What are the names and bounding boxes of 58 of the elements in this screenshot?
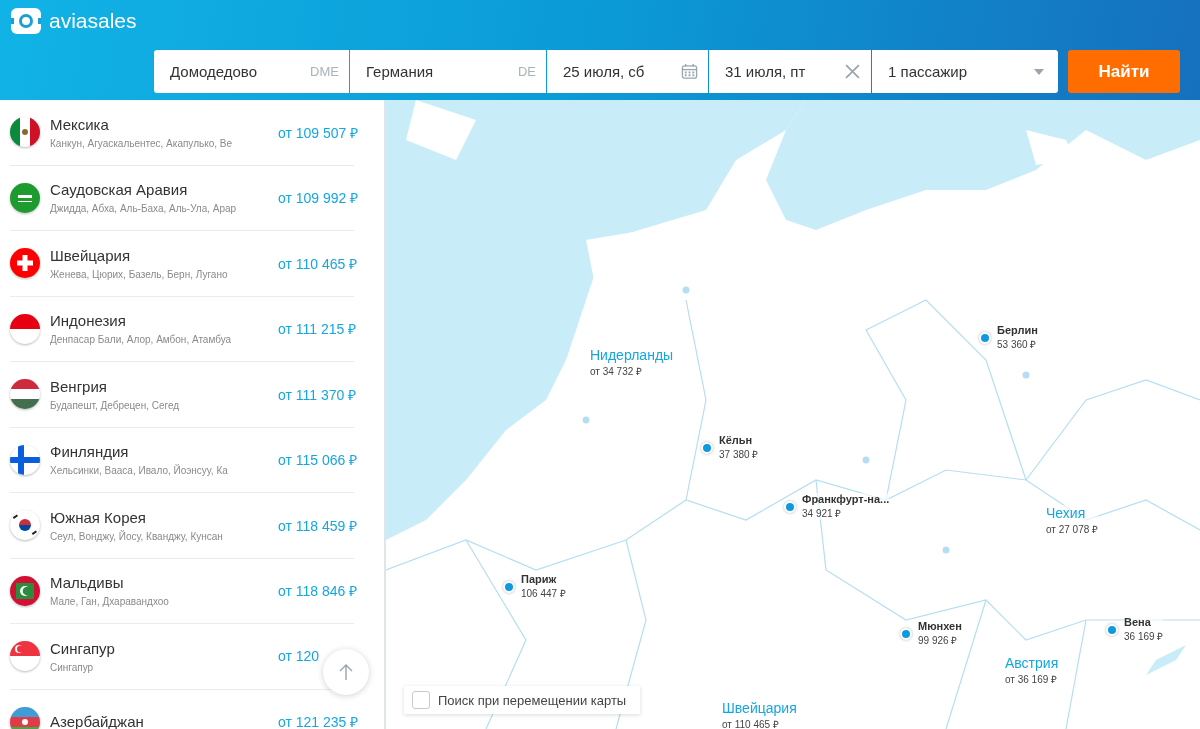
flag-icon [10, 641, 40, 672]
caret-icon[interactable] [1034, 68, 1044, 75]
city-price: 99 926 ₽ [918, 634, 959, 647]
flag-icon [10, 313, 40, 344]
country-name[interactable]: Сингапур [50, 639, 274, 657]
country-price: от 36 169 ₽ [1005, 673, 1059, 686]
country-name[interactable]: Саудовская Аравия [50, 181, 274, 199]
country-name[interactable]: Мексика [50, 115, 274, 133]
clear-icon[interactable] [844, 63, 861, 80]
return-date-field[interactable]: 31 июля, пт [709, 50, 871, 93]
country-name[interactable]: Венгрия [50, 377, 274, 395]
country-code: DE [517, 64, 536, 79]
flag-icon [10, 379, 40, 410]
flag-icon [10, 575, 40, 606]
cities-list: Хельсинки, Вааса, Ивало, Йоэнсуу, Ка [50, 465, 274, 477]
depart-date-field[interactable]: 25 июля, сб [547, 50, 708, 93]
cities-list: Джидда, Абха, Аль-Баха, Аль-Ула, Арар [50, 203, 274, 215]
city-name[interactable]: Кёльн [719, 434, 759, 446]
country-price: от 110 465 ₽ [722, 718, 780, 729]
flag-icon [10, 510, 40, 541]
flag-icon [10, 444, 40, 475]
destination-field[interactable]: Германия DE [350, 50, 546, 93]
country-name[interactable]: Финляндия [50, 443, 274, 461]
country-name[interactable]: Мальдивы [50, 574, 274, 592]
cities-list: Будапешт, Дебрецен, Сегед [50, 399, 274, 411]
city-name[interactable]: Берлин [997, 324, 1038, 336]
passengers-dropdown[interactable]: 1 пассажир [872, 50, 1058, 93]
city-price: 106 447 ₽ [521, 587, 566, 600]
cities-list: Сингапур [50, 661, 274, 673]
cities-list: Мале, Ган, Дхаравандхоо [50, 596, 274, 608]
airport-code: DME [310, 64, 339, 79]
origin-field[interactable]: Домодедово DME [154, 50, 349, 93]
city-price: 37 380 ₽ [719, 448, 759, 461]
checkbox-label[interactable]: Поиск при перемещении карты [438, 692, 627, 708]
city-price: 36 169 ₽ [1124, 630, 1164, 643]
cities-list: Канкун, Агуаскальентес, Акапулько, Ве [50, 137, 274, 149]
flag-icon [10, 117, 40, 148]
arrow-up-icon [338, 663, 354, 681]
city-name[interactable]: Мюнхен [918, 620, 962, 632]
checkbox[interactable] [412, 691, 430, 709]
cities-list: Сеул, Вонджу, Йосу, Кванджу, Кунсан [50, 530, 274, 542]
logo-icon[interactable] [11, 8, 41, 34]
country-name[interactable]: Индонезия [50, 312, 274, 330]
cities-list: Денпасар Бали, Алор, Амбон, Атамбуа [50, 334, 274, 346]
cities-list: Женева, Цюрих, Базель, Берн, Лугано [50, 268, 274, 280]
flag-icon [10, 248, 40, 279]
country-name[interactable]: Швейцария [50, 246, 274, 264]
city-price: 53 360 ₽ [997, 338, 1038, 351]
flag-icon [10, 182, 40, 213]
calendar-icon[interactable] [681, 63, 698, 80]
country-price: от 34 732 ₽ [590, 365, 644, 378]
search-on-move-toggle[interactable]: Поиск при перемещении карты [404, 686, 641, 714]
city-name[interactable]: Вена [1124, 616, 1164, 628]
city-name[interactable]: Франкфурт-на... [802, 493, 890, 505]
city-name[interactable]: Париж [521, 573, 566, 585]
country-name[interactable]: Южная Корея [50, 508, 274, 526]
city-price: 34 921 ₽ [802, 507, 843, 520]
country-price: от 27 078 ₽ [1046, 523, 1099, 536]
